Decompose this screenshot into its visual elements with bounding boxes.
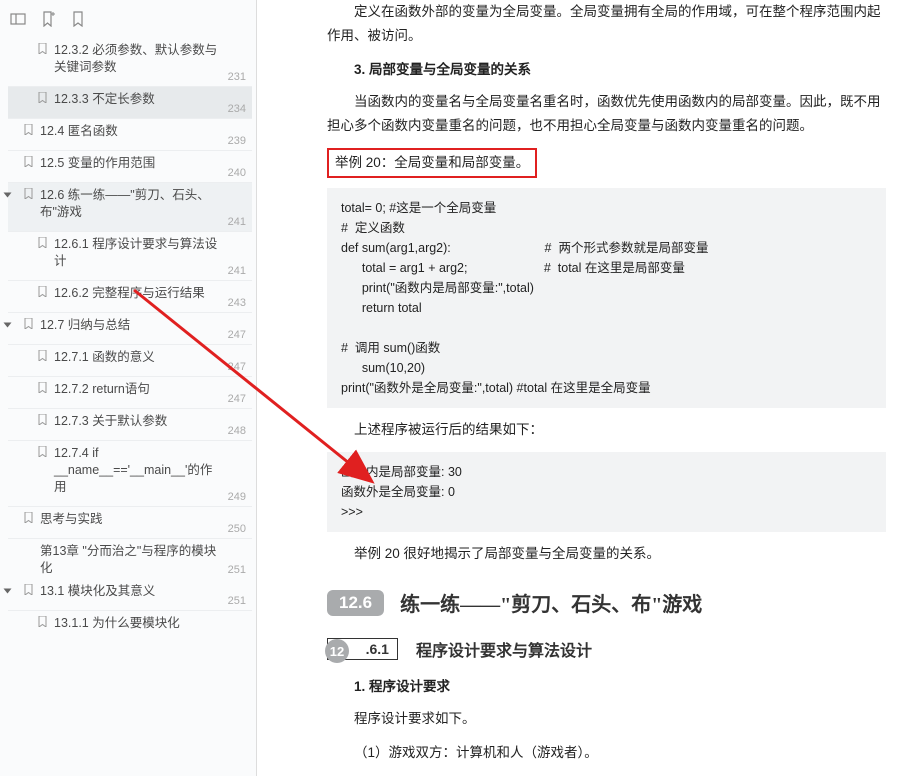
bookmark-icon: [24, 317, 34, 332]
bookmark-icon: [38, 381, 48, 396]
toc-page: 241: [228, 265, 246, 277]
subsection-title: 程序设计要求与算法设计: [416, 637, 592, 661]
toc-page: 240: [228, 167, 246, 179]
bookmark-icon: [38, 349, 48, 364]
page-content: 定义在函数外部的变量为全局变量。全局变量拥有全局的作用域，可在整个程序范围内起作…: [257, 0, 916, 776]
code-block: total= 0; #这是一个全局变量 # 定义函数 def sum(arg1,…: [327, 188, 886, 408]
toc-page: 251: [228, 595, 246, 607]
toc-page: 248: [228, 425, 246, 437]
chevron-icon[interactable]: [4, 323, 12, 328]
toc-item[interactable]: 12.6 练一练——"剪刀、石头、布"游戏241: [8, 183, 252, 232]
toc-tree: 12.3.2 必须参数、默认参数与关键词参数23112.3.3 不定长参数234…: [0, 38, 256, 634]
toolbar: [0, 0, 256, 38]
code-block: 函数内是局部变量: 30 函数外是全局变量: 0 >>>: [327, 452, 886, 532]
paragraph: 当函数内的变量名与全局变量名重名时，函数优先使用函数内的局部变量。因此，既不用担…: [327, 90, 886, 138]
toc-page: 247: [228, 393, 246, 405]
toc-page: 243: [228, 297, 246, 309]
toc-label: 12.7.1 函数的意义: [54, 349, 252, 366]
toc-page: 250: [228, 523, 246, 535]
toc-page: 231: [228, 71, 246, 83]
toc-item[interactable]: 12.7 归纳与总结247: [8, 313, 252, 345]
subsection-badge: 12 12.6.1: [327, 641, 398, 657]
paragraph: 上述程序被运行后的结果如下：: [327, 418, 886, 442]
toc-label: 12.6.1 程序设计要求与算法设计: [54, 236, 252, 270]
bookmark-icon: [38, 413, 48, 428]
bookmark-icon: [24, 123, 34, 138]
paragraph: （1）游戏双方：计算机和人（游戏者）。: [327, 741, 886, 765]
toc-item[interactable]: 12.7.3 关于默认参数248: [8, 409, 252, 441]
toc-label: 12.5 变量的作用范围: [40, 155, 252, 172]
subsection-circle: 12: [325, 639, 349, 663]
chevron-icon[interactable]: [4, 589, 12, 594]
toc-page: 247: [228, 329, 246, 341]
toc-label: 12.3.2 必须参数、默认参数与关键词参数: [54, 42, 252, 76]
toc-page: 239: [228, 135, 246, 147]
toc-item[interactable]: 12.3.3 不定长参数234: [8, 87, 252, 119]
toc-item[interactable]: 12.5 变量的作用范围240: [8, 151, 252, 183]
bookmark-icon[interactable]: [70, 11, 86, 27]
toc-item[interactable]: 12.4 匿名函数239: [8, 119, 252, 151]
toc-label: 第13章 "分而治之"与程序的模块化: [40, 543, 252, 577]
paragraph: 程序设计要求如下。: [327, 707, 886, 731]
toc-page: 247: [228, 361, 246, 373]
highlight-box: 举例 20：全局变量和局部变量。: [327, 148, 537, 178]
toc-page: 251: [228, 564, 246, 576]
toc-label: 12.7.2 return语句: [54, 381, 252, 398]
toc-label: 12.6 练一练——"剪刀、石头、布"游戏: [40, 187, 252, 221]
bookmark-icon: [38, 615, 48, 630]
toc-page: 234: [228, 103, 246, 115]
bookmark-add-icon[interactable]: [40, 11, 56, 27]
toc-item[interactable]: 13.1 模块化及其意义251: [8, 579, 252, 611]
toc-item[interactable]: 12.3.2 必须参数、默认参数与关键词参数231: [8, 38, 252, 87]
bookmark-icon: [24, 155, 34, 170]
bookmark-icon: [38, 285, 48, 300]
bookmark-icon: [24, 187, 34, 202]
toc-label: 12.3.3 不定长参数: [54, 91, 252, 108]
toc-item[interactable]: 12.7.4 if __name__=='__main__'的作用249: [8, 441, 252, 507]
toc-item[interactable]: 12.6.2 完整程序与运行结果243: [8, 281, 252, 313]
sidebar: 12.3.2 必须参数、默认参数与关键词参数23112.3.3 不定长参数234…: [0, 0, 257, 776]
bookmark-icon: [38, 445, 48, 460]
bookmark-icon: [24, 511, 34, 526]
subsection-header: 12 12.6.1 程序设计要求与算法设计: [327, 637, 886, 661]
toc-label: 12.4 匿名函数: [40, 123, 252, 140]
toc-item[interactable]: 13.1.1 为什么要模块化: [8, 611, 252, 634]
toc-label: 12.7 归纳与总结: [40, 317, 252, 334]
toc-label: 13.1.1 为什么要模块化: [54, 615, 252, 632]
bookmark-icon: [38, 91, 48, 106]
toc-item[interactable]: 12.7.2 return语句247: [8, 377, 252, 409]
heading-4: 1. 程序设计要求: [327, 675, 886, 699]
example-label: 举例 20：全局变量和局部变量。: [327, 148, 886, 178]
bookmark-icon: [38, 42, 48, 57]
toc-label: 12.7.4 if __name__=='__main__'的作用: [54, 445, 252, 496]
toc-label: 12.6.2 完整程序与运行结果: [54, 285, 252, 302]
section-header: 12.6 练一练——"剪刀、石头、布"游戏: [327, 588, 886, 617]
bookmark-icon: [24, 583, 34, 598]
panel-icon[interactable]: [10, 11, 26, 27]
toc-label: 12.7.3 关于默认参数: [54, 413, 252, 430]
toc-item[interactable]: 第13章 "分而治之"与程序的模块化251: [8, 539, 252, 579]
toc-label: 思考与实践: [40, 511, 252, 528]
chevron-icon[interactable]: [4, 193, 12, 198]
heading-3: 3. 局部变量与全局变量的关系: [327, 58, 886, 82]
paragraph: 举例 20 很好地揭示了局部变量与全局变量的关系。: [327, 542, 886, 566]
section-number-badge: 12.6: [327, 590, 384, 616]
toc-item[interactable]: 12.7.1 函数的意义247: [8, 345, 252, 377]
toc-item[interactable]: 12.6.1 程序设计要求与算法设计241: [8, 232, 252, 281]
section-title: 练一练——"剪刀、石头、布"游戏: [400, 588, 702, 617]
bookmark-icon: [38, 236, 48, 251]
toc-label: 13.1 模块化及其意义: [40, 583, 252, 600]
toc-item[interactable]: 思考与实践250: [8, 507, 252, 539]
toc-page: 249: [228, 491, 246, 503]
paragraph: 定义在函数外部的变量为全局变量。全局变量拥有全局的作用域，可在整个程序范围内起作…: [327, 0, 886, 48]
toc-page: 241: [228, 216, 246, 228]
